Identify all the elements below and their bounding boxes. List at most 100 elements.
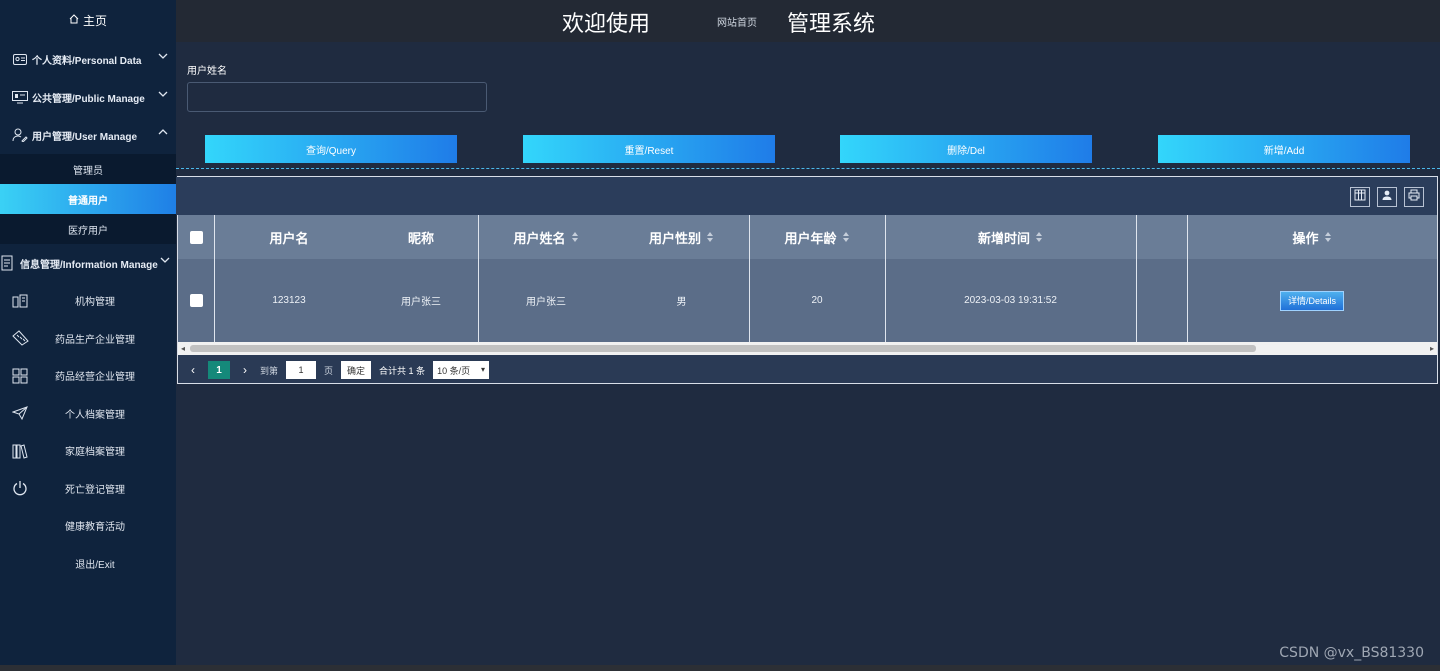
sidebar-item-medical-user[interactable]: 医疗用户 [0, 214, 176, 244]
blank-icon [10, 517, 30, 535]
sidebar-group-information-manage[interactable]: 信息管理/Information Manage [0, 244, 176, 282]
sort-icon[interactable] [842, 232, 850, 242]
cell-blank [1136, 259, 1187, 342]
sidebar-item-label: 健康教育活动 [65, 522, 125, 534]
header-realname[interactable]: 用户姓名 [478, 215, 614, 259]
sidebar-item-label: 机构管理 [75, 297, 115, 309]
books-icon [10, 442, 30, 460]
column-divider [1187, 215, 1188, 342]
header-label: 用户年龄 [784, 230, 837, 246]
sidebar-home[interactable]: 主页 [0, 0, 176, 40]
search-input[interactable] [187, 82, 487, 112]
row-checkbox[interactable] [189, 294, 203, 307]
page-number[interactable]: 1 [208, 361, 230, 379]
search-label: 用户姓名 [187, 66, 227, 77]
sidebar-item-label: 个人档案管理 [65, 409, 125, 421]
table-header: 用户名 昵称 用户姓名 用户性别 用户年龄 新增时间 操作 [178, 215, 1437, 259]
export-button[interactable] [1377, 187, 1397, 207]
site-home-link[interactable]: 网站首页 [717, 14, 757, 29]
details-button[interactable]: 详情/Details [1280, 290, 1344, 311]
cell-gender: 男 [676, 297, 687, 308]
scroll-thumb[interactable] [190, 345, 1256, 352]
sidebar-group-personal-data[interactable]: 个人资料/Personal Data [0, 40, 176, 78]
column-divider [1136, 215, 1137, 342]
ruler-icon [10, 329, 30, 347]
page-size-select[interactable]: 10 条/页 ▾ [433, 361, 490, 379]
sidebar: 主页 个人资料/Personal Data 公共管理/Public Manage… [0, 0, 176, 671]
prev-page-icon[interactable]: ‹ [186, 363, 200, 377]
header-username[interactable]: 用户名 [214, 215, 364, 259]
grid-icon [10, 367, 30, 385]
sort-icon[interactable] [571, 232, 579, 242]
delete-button[interactable]: 删除/Del [840, 135, 1092, 163]
header-label: 新增时间 [977, 230, 1030, 246]
reset-button[interactable]: 重置/Reset [523, 135, 775, 163]
sidebar-item-label: 退出/Exit [75, 559, 115, 571]
header-label: 操作 [1292, 230, 1319, 246]
goto-page-input[interactable]: 1 [286, 361, 317, 379]
chevron-down-icon [160, 256, 172, 268]
cell-realname: 用户张三 [526, 297, 566, 308]
sidebar-item-label: 家庭档案管理 [65, 447, 125, 459]
sidebar-item-admin[interactable]: 管理员 [0, 154, 176, 184]
sidebar-item-death-registration[interactable]: 死亡登记管理 [0, 470, 176, 508]
sidebar-group-label: 公共管理/Public Manage [32, 93, 145, 105]
bottom-bar [0, 665, 1440, 671]
sidebar-item-exit[interactable]: 退出/Exit [0, 545, 176, 583]
sort-icon[interactable] [1036, 232, 1043, 242]
watermark: CSDN @vx_BS81330 [1279, 645, 1424, 661]
add-button[interactable]: 新增/Add [1158, 135, 1410, 163]
document-icon [0, 255, 16, 271]
header-label: 用户性别 [648, 230, 701, 246]
sort-icon[interactable] [707, 232, 714, 242]
sidebar-item-personal-archive[interactable]: 个人档案管理 [0, 395, 176, 433]
column-divider [478, 215, 479, 342]
header-nickname[interactable]: 昵称 [364, 215, 478, 259]
goto-label: 到第 [260, 365, 279, 376]
table-row[interactable]: 123123 用户张三 用户张三 男 20 2023-03-03 19:31:5… [178, 259, 1437, 342]
horizontal-scrollbar[interactable]: ◂ ▸ [178, 342, 1437, 355]
print-button[interactable] [1404, 187, 1424, 207]
header-label: 昵称 [407, 230, 434, 246]
total-count: 合计共 1 条 [379, 365, 426, 376]
sidebar-item-label: 药品生产企业管理 [55, 334, 135, 346]
sidebar-item-family-archive[interactable]: 家庭档案管理 [0, 432, 176, 470]
table-toolbar [176, 177, 1437, 215]
goto-confirm-button[interactable]: 确定 [341, 361, 372, 379]
chevron-down-icon: ▾ [481, 365, 486, 374]
header-system-title: 管理系统 [787, 11, 876, 36]
home-icon [69, 13, 79, 27]
columns-icon [1354, 188, 1366, 206]
columns-button[interactable] [1350, 187, 1370, 207]
header-blank [1136, 215, 1187, 259]
column-divider [214, 215, 215, 342]
chevron-down-icon [158, 52, 170, 64]
user-edit-icon [12, 128, 28, 142]
sidebar-item-drug-production[interactable]: 药品生产企业管理 [0, 320, 176, 358]
header-welcome: 欢迎使用 [562, 11, 651, 36]
sort-icon[interactable] [1324, 232, 1332, 242]
sidebar-home-label: 主页 [82, 13, 107, 28]
cell-created-time: 2023-03-03 19:31:52 [964, 295, 1057, 306]
chevron-down-icon [158, 90, 170, 102]
header-age[interactable]: 用户年龄 [749, 215, 885, 259]
sidebar-item-institution[interactable]: 机构管理 [0, 282, 176, 320]
sidebar-item-label: 管理员 [73, 165, 103, 177]
next-page-icon[interactable]: › [238, 363, 252, 377]
scroll-left-icon[interactable]: ◂ [181, 344, 185, 353]
sidebar-item-health-education[interactable]: 健康教育活动 [0, 507, 176, 545]
select-all-cell [178, 215, 214, 259]
sidebar-group-user-manage[interactable]: 用户管理/User Manage [0, 116, 176, 154]
sidebar-item-normal-user[interactable]: 普通用户 [0, 184, 176, 214]
sidebar-group-public-manage[interactable]: 公共管理/Public Manage [0, 78, 176, 116]
print-icon [1408, 188, 1420, 206]
cell-actions: 详情/Details [1187, 259, 1437, 342]
scroll-right-icon[interactable]: ▸ [1430, 344, 1434, 353]
header-gender[interactable]: 用户性别 [614, 215, 749, 259]
header-created-time[interactable]: 新增时间 [885, 215, 1136, 259]
select-all-checkbox[interactable] [189, 230, 203, 244]
header-actions[interactable]: 操作 [1187, 215, 1437, 259]
sidebar-group-label: 个人资料/Personal Data [32, 55, 142, 67]
sidebar-item-drug-business[interactable]: 药品经营企业管理 [0, 357, 176, 395]
query-button[interactable]: 查询/Query [205, 135, 457, 163]
